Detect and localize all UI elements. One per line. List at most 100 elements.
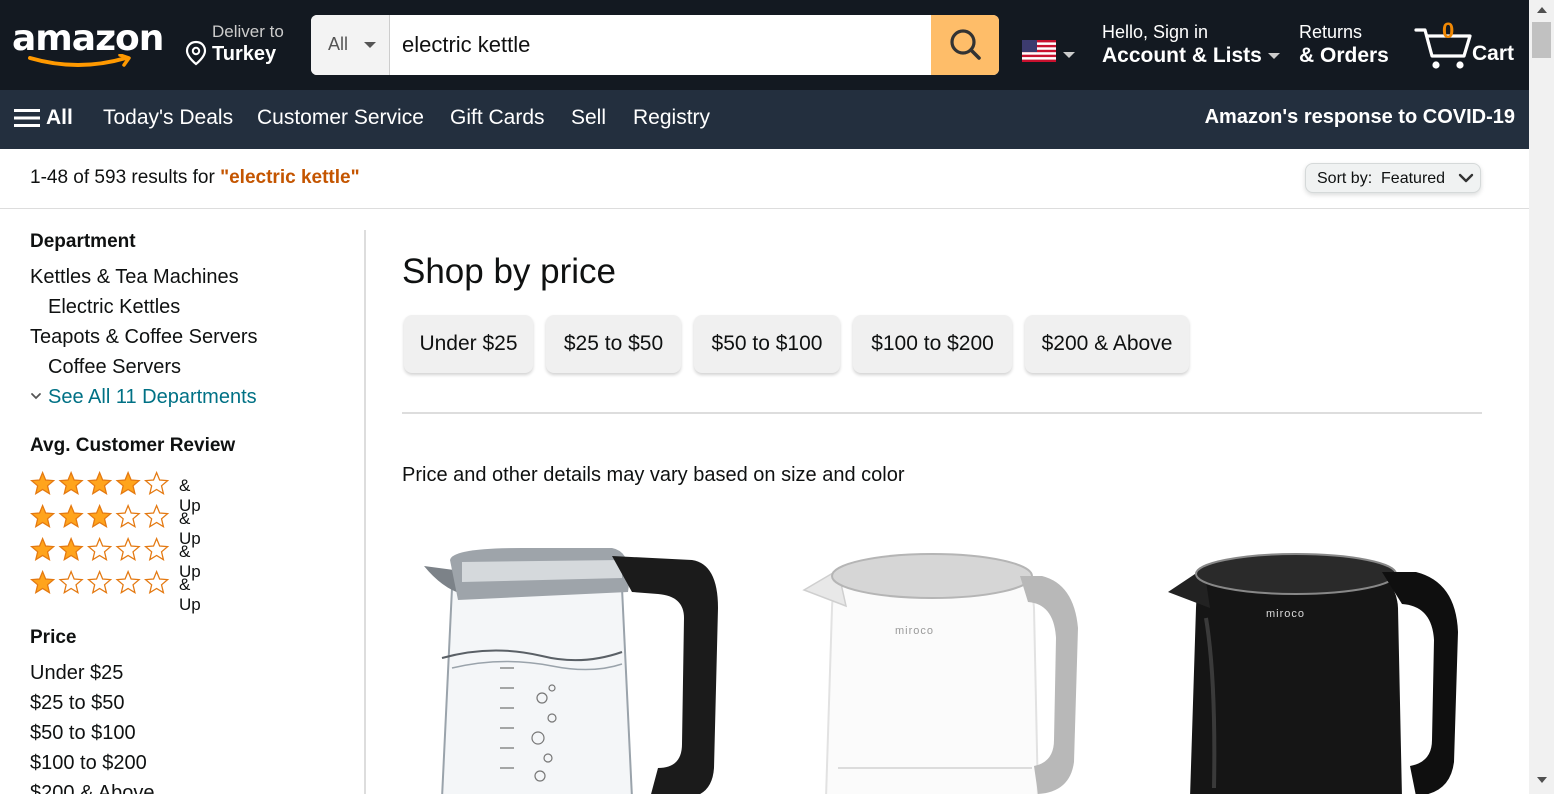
results-query: "electric kettle" — [220, 167, 360, 188]
price-filter-50-100[interactable]: $50 to $100 — [30, 722, 136, 745]
nav-registry[interactable]: Registry — [633, 106, 710, 130]
price-heading: Price — [30, 627, 77, 648]
star-filled-icon — [115, 471, 141, 496]
search-button[interactable] — [931, 15, 999, 75]
main-nav: All Today's Deals Customer Service Gift … — [0, 90, 1529, 149]
cart-count: 0 — [1442, 18, 1455, 43]
star-filled-icon — [30, 471, 56, 496]
caret-down-icon — [364, 42, 376, 48]
search-category-label: All — [328, 34, 349, 54]
star-filled-icon — [58, 504, 84, 529]
shop-by-price-title: Shop by price — [402, 252, 617, 291]
deliver-country: Turkey — [212, 43, 277, 65]
star-empty-icon — [86, 570, 113, 595]
location-pin-icon — [185, 40, 207, 66]
returns-label: Returns — [1299, 22, 1363, 42]
star-filled-icon — [30, 570, 56, 595]
nav-customer-service[interactable]: Customer Service — [257, 106, 424, 130]
star-filled-icon — [30, 537, 56, 562]
sort-value: Featured — [1381, 170, 1446, 187]
results-bar: 1-48 of 593 results for "electric kettle… — [0, 149, 1529, 209]
sort-dropdown[interactable]: Sort by: Featured — [1305, 163, 1481, 193]
dept-electric-kettles[interactable]: Electric Kettles — [48, 296, 180, 319]
chevron-down-icon — [31, 393, 41, 400]
sidebar-divider — [364, 230, 366, 794]
cart-button[interactable]: 0 Cart — [1414, 18, 1519, 70]
star-empty-icon — [115, 570, 141, 595]
price-filter-200-above[interactable]: $200 & Above — [30, 782, 155, 794]
amazon-logo[interactable]: amazon — [12, 18, 164, 59]
top-header: amazon Deliver to Turkey All electric ke… — [0, 0, 1529, 90]
star-filled-icon — [58, 537, 84, 562]
price-chip-50-100[interactable]: $50 to $100 — [694, 315, 840, 373]
dept-teapots-coffee-servers[interactable]: Teapots & Coffee Servers — [30, 326, 258, 349]
scroll-down-icon[interactable] — [1537, 777, 1547, 783]
search-bar: All — [311, 15, 999, 75]
deliver-label: Deliver to — [212, 22, 284, 41]
price-note: Price and other details may vary based o… — [402, 464, 905, 486]
product-brand-white: miroco — [895, 625, 935, 637]
price-chip-under-25[interactable]: Under $25 — [404, 315, 533, 373]
covid-response-link[interactable]: Amazon's response to COVID-19 — [1205, 106, 1515, 129]
scroll-up-icon[interactable] — [1537, 7, 1547, 13]
price-chip-100-200[interactable]: $100 to $200 — [853, 315, 1012, 373]
white-kettle-image[interactable] — [802, 548, 1092, 794]
vertical-scrollbar[interactable] — [1529, 0, 1554, 794]
review-heading: Avg. Customer Review — [30, 435, 236, 456]
price-chip-25-50[interactable]: $25 to $50 — [546, 315, 681, 373]
star-rating-icon — [30, 537, 170, 562]
nav-gift-cards[interactable]: Gift Cards — [450, 106, 545, 130]
star-empty-icon — [58, 570, 84, 595]
star-filled-icon — [86, 504, 113, 529]
scroll-thumb[interactable] — [1532, 22, 1551, 58]
star-filled-icon — [30, 504, 56, 529]
star-empty-icon — [143, 504, 170, 529]
search-icon — [950, 29, 981, 60]
star-rating-icon — [30, 570, 170, 595]
search-category-select[interactable]: All — [311, 15, 390, 75]
chevron-down-icon — [1458, 173, 1474, 183]
price-filter-under-25[interactable]: Under $25 — [30, 662, 123, 685]
orders-label: & Orders — [1299, 44, 1389, 67]
nav-sell[interactable]: Sell — [571, 106, 606, 130]
search-input[interactable] — [390, 15, 930, 75]
price-filter-100-200[interactable]: $100 to $200 — [30, 752, 147, 775]
review-and-up-label: & Up — [179, 575, 201, 614]
account-lists-label: Account & Lists — [1102, 44, 1262, 67]
star-empty-icon — [86, 537, 113, 562]
star-filled-icon — [58, 471, 84, 496]
price-filter-25-50[interactable]: $25 to $50 — [30, 692, 125, 715]
hamburger-icon — [14, 109, 40, 127]
see-all-label: See All 11 Departments — [48, 386, 257, 408]
sort-label: Sort by: — [1317, 170, 1373, 187]
glass-kettle-image[interactable] — [422, 548, 722, 794]
us-flag-icon[interactable] — [1022, 40, 1056, 62]
star-empty-icon — [143, 570, 170, 595]
star-empty-icon — [115, 504, 141, 529]
results-count: 1-48 of 593 results for "electric kettle… — [30, 167, 360, 189]
all-label: All — [46, 106, 73, 129]
all-menu-button[interactable]: All — [14, 106, 73, 130]
department-heading: Department — [30, 231, 136, 252]
returns-orders[interactable]: Returns & Orders — [1299, 22, 1389, 68]
star-rating-icon — [30, 504, 170, 529]
price-chip-200-above[interactable]: $200 & Above — [1025, 315, 1189, 373]
dept-kettles-tea-machines[interactable]: Kettles & Tea Machines — [30, 266, 239, 289]
account-menu[interactable]: Hello, Sign in Account & Lists — [1102, 22, 1280, 68]
account-greeting: Hello, Sign in — [1102, 22, 1209, 42]
logo-smile-icon — [28, 54, 131, 67]
star-empty-icon — [143, 537, 170, 562]
dept-coffee-servers[interactable]: Coffee Servers — [48, 356, 181, 379]
results-prefix: 1-48 of 593 results for — [30, 167, 221, 188]
black-kettle-image[interactable] — [1166, 548, 1466, 794]
nav-todays-deals[interactable]: Today's Deals — [103, 106, 233, 130]
star-filled-icon — [86, 471, 113, 496]
cart-label: Cart — [1472, 42, 1515, 65]
see-all-departments-link[interactable]: See All 11 Departments — [30, 386, 257, 409]
caret-down-icon — [1267, 53, 1280, 60]
page: amazon Deliver to Turkey All electric ke… — [0, 0, 1529, 794]
section-divider — [402, 412, 1482, 414]
star-empty-icon — [115, 537, 141, 562]
star-rating-icon — [30, 471, 170, 496]
language-caret-icon[interactable] — [1063, 52, 1075, 58]
